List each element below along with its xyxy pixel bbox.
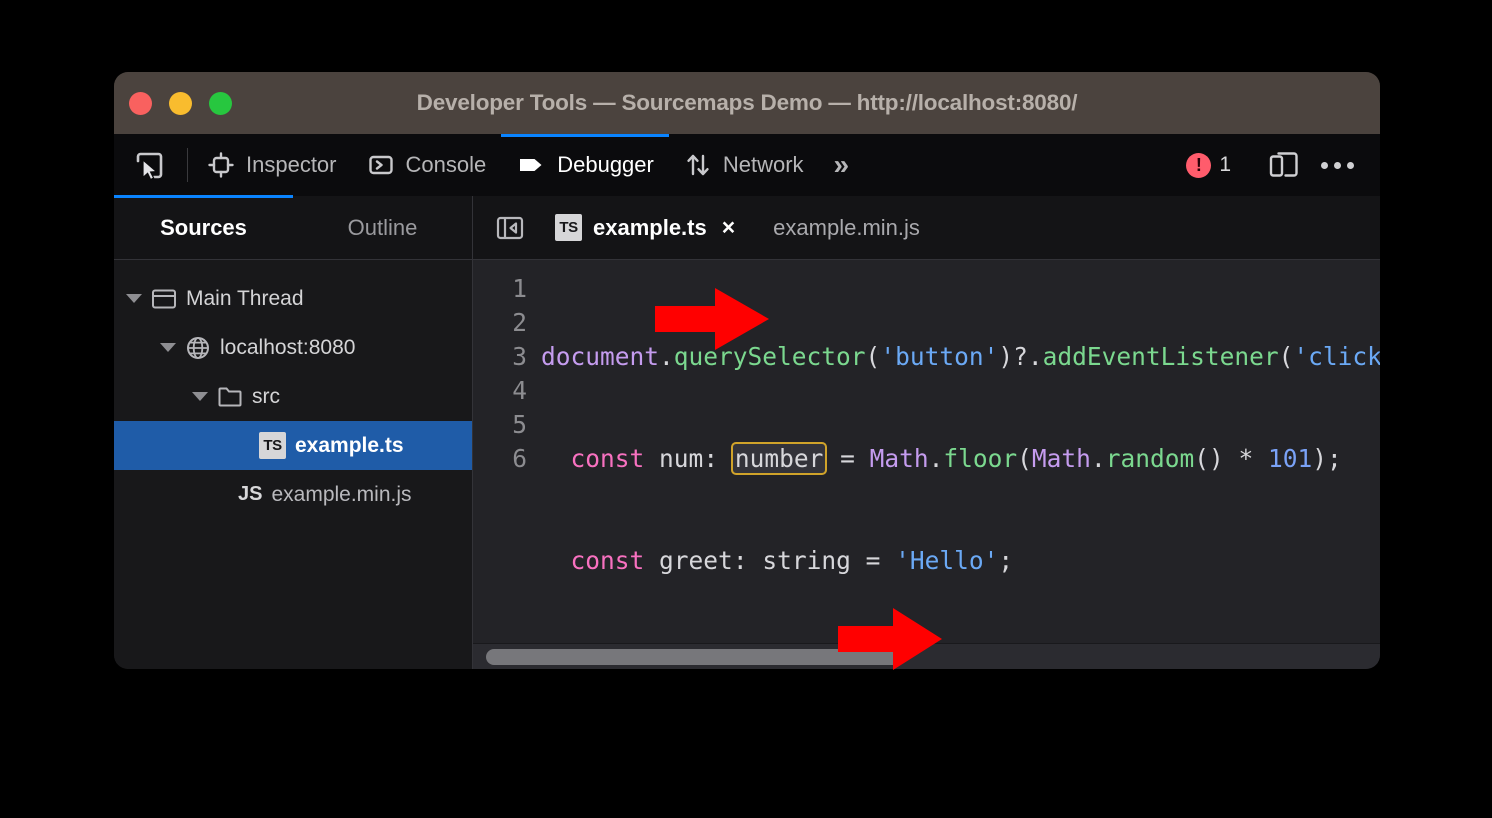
line-number: 4 — [473, 374, 527, 408]
tab-debugger[interactable]: Debugger — [501, 134, 669, 196]
debugger-icon — [516, 151, 546, 179]
source-editor-pane: TS example.ts × example.min.js 1 2 3 — [473, 196, 1380, 669]
element-picker-button[interactable] — [114, 134, 183, 196]
tab-console[interactable]: Console — [352, 134, 502, 196]
more-options-icon-dot2 — [1334, 162, 1341, 169]
close-tab-button[interactable]: × — [722, 214, 735, 241]
code-line-2: const num: number = Math.floor(Math.rand… — [541, 442, 1380, 476]
tree-item-example-ts[interactable]: TS example.ts — [114, 421, 472, 470]
console-icon — [367, 151, 395, 179]
tree-item-localhost[interactable]: localhost:8080 — [114, 323, 472, 372]
more-options-button[interactable] — [1315, 162, 1366, 169]
horizontal-scrollbar-thumb[interactable] — [486, 649, 906, 665]
expand-twisty-icon[interactable] — [192, 392, 208, 401]
js-file-icon: JS — [238, 483, 262, 506]
screenshot-root: Developer Tools — Sourcemaps Demo — http… — [0, 0, 1492, 818]
tree-item-src-label: src — [252, 385, 280, 409]
error-icon: ! — [1186, 153, 1211, 178]
code-content: 1 2 3 4 5 6 document.querySelector('butt… — [473, 260, 1380, 643]
ts-file-icon: TS — [555, 214, 582, 241]
editor-tab-example-ts[interactable]: TS example.ts × — [539, 196, 751, 260]
code-line-3: const greet: string = 'Hello'; — [541, 544, 1380, 578]
debugger-body: Sources Outline — [114, 196, 1380, 669]
code-viewport[interactable]: 1 2 3 4 5 6 document.querySelector('butt… — [473, 260, 1380, 643]
more-options-icon — [1321, 162, 1328, 169]
tree-item-src[interactable]: src — [114, 372, 472, 421]
tree-item-main-thread[interactable]: Main Thread — [114, 274, 472, 323]
line-number: 6 — [473, 442, 527, 476]
ts-file-icon: TS — [259, 432, 286, 459]
sidebar-tab-outline-label: Outline — [348, 215, 418, 240]
tab-inspector-label: Inspector — [246, 152, 337, 178]
window-icon — [151, 287, 177, 311]
line-number: 2 — [473, 306, 527, 340]
toolbar-overflow-button[interactable]: » — [819, 134, 865, 196]
chevrons-right-icon: » — [834, 149, 850, 181]
error-count-label: 1 — [1219, 153, 1231, 177]
tree-item-localhost-label: localhost:8080 — [220, 336, 355, 360]
more-options-icon-dot3 — [1347, 162, 1354, 169]
network-icon — [684, 151, 712, 179]
inspector-icon — [207, 151, 235, 179]
devtools-toolbar: Inspector Console — [114, 134, 1380, 196]
responsive-design-mode-icon — [1267, 149, 1301, 181]
folder-icon — [217, 385, 243, 408]
tree-item-example-min-js[interactable]: JS example.min.js — [114, 470, 472, 519]
line-number: 3 — [473, 340, 527, 374]
editor-tab-example-min-js-label: example.min.js — [773, 215, 920, 241]
horizontal-scrollbar[interactable] — [473, 643, 1380, 669]
element-picker-icon — [134, 150, 165, 181]
sidebar-tabstrip: Sources Outline — [114, 196, 472, 260]
tree-item-example-min-js-label: example.min.js — [271, 483, 411, 507]
tree-item-main-thread-label: Main Thread — [186, 287, 304, 311]
tree-item-example-ts-label: example.ts — [295, 434, 404, 458]
sources-sidebar: Sources Outline — [114, 196, 473, 669]
line-number: 5 — [473, 408, 527, 442]
error-count-badge[interactable]: ! 1 — [1173, 153, 1244, 178]
expand-twisty-icon[interactable] — [126, 294, 142, 303]
line-number-gutter: 1 2 3 4 5 6 — [473, 272, 529, 643]
tab-network[interactable]: Network — [669, 134, 819, 196]
window-titlebar: Developer Tools — Sourcemaps Demo — http… — [114, 72, 1380, 134]
code-lines: document.querySelector('button')?.addEve… — [529, 272, 1380, 643]
line-number: 1 — [473, 272, 527, 306]
sidebar-tab-outline[interactable]: Outline — [293, 196, 472, 260]
editor-tabstrip: TS example.ts × example.min.js — [473, 196, 1380, 260]
editor-tab-example-min-js[interactable]: example.min.js — [757, 196, 936, 260]
devtools-window: Developer Tools — Sourcemaps Demo — http… — [114, 72, 1380, 669]
tab-console-label: Console — [406, 152, 487, 178]
tab-debugger-label: Debugger — [557, 152, 654, 178]
highlighted-token-number[interactable]: number — [731, 442, 828, 475]
code-line-1: document.querySelector('button')?.addEve… — [541, 340, 1380, 374]
globe-icon — [185, 335, 211, 361]
expand-twisty-icon[interactable] — [160, 343, 176, 352]
editor-tab-example-ts-label: example.ts — [593, 215, 707, 241]
collapse-sidebar-icon[interactable] — [487, 214, 533, 242]
window-title: Developer Tools — Sourcemaps Demo — http… — [114, 90, 1380, 116]
tab-network-label: Network — [723, 152, 804, 178]
sidebar-tab-sources-label: Sources — [160, 215, 247, 240]
toolbar-divider — [187, 148, 188, 182]
responsive-design-mode-button[interactable] — [1253, 149, 1315, 181]
sources-tree: Main Thread localhost:8080 — [114, 260, 472, 519]
tab-inspector[interactable]: Inspector — [192, 134, 352, 196]
sidebar-tab-sources[interactable]: Sources — [114, 196, 293, 260]
